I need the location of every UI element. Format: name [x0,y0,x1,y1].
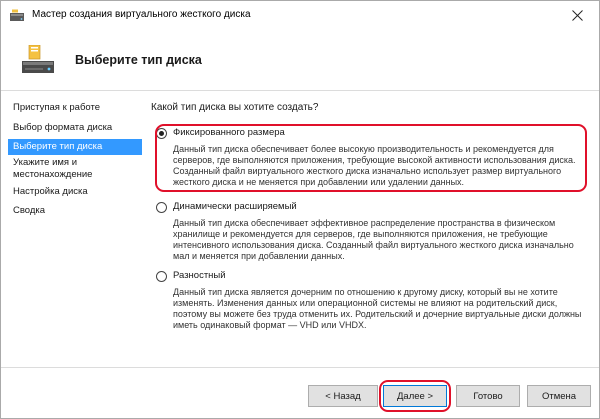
page-title: Выберите тип диска [75,53,202,67]
wizard-steps-sidebar: Приступая к работе Выбор формата диска В… [1,91,146,366]
option-description: Данный тип диска является дочерним по от… [173,287,582,330]
sidebar-item-choose-format[interactable]: Выбор формата диска [11,122,145,134]
close-icon [571,10,583,21]
sidebar-item-before-you-begin[interactable]: Приступая к работе [11,102,145,114]
disk-wizard-icon [21,44,55,75]
cancel-button[interactable]: Отмена [527,385,591,407]
option-label[interactable]: Динамически расширяемый [173,201,297,212]
title-bar: Мастер создания виртуального жесткого ди… [1,1,599,30]
disk-wizard-icon [9,9,25,22]
wizard-header: Выберите тип диска [1,30,599,90]
sidebar-item-name-location[interactable]: Укажите имя и местонахождение [11,157,145,181]
window-title: Мастер создания виртуального жесткого ди… [32,9,251,20]
close-button[interactable] [555,1,599,30]
highlight-annotation [155,124,587,192]
sidebar-item-choose-type[interactable]: Выберите тип диска [8,139,142,155]
disk-type-question: Какой тип диска вы хотите создать? [151,102,319,113]
sidebar-item-configure-disk[interactable]: Настройка диска [11,186,145,198]
footer-divider [1,367,599,368]
wizard-window: Мастер создания виртуального жесткого ди… [0,0,600,419]
back-button[interactable]: < Назад [308,385,378,407]
radio-dynamic[interactable] [156,202,167,213]
option-description: Данный тип диска обеспечивает эффективно… [173,218,574,261]
sidebar-item-summary[interactable]: Сводка [11,205,145,217]
radio-differencing[interactable] [156,271,167,282]
highlight-annotation [379,380,451,412]
finish-button[interactable]: Готово [456,385,520,407]
option-label[interactable]: Разностный [173,270,226,281]
